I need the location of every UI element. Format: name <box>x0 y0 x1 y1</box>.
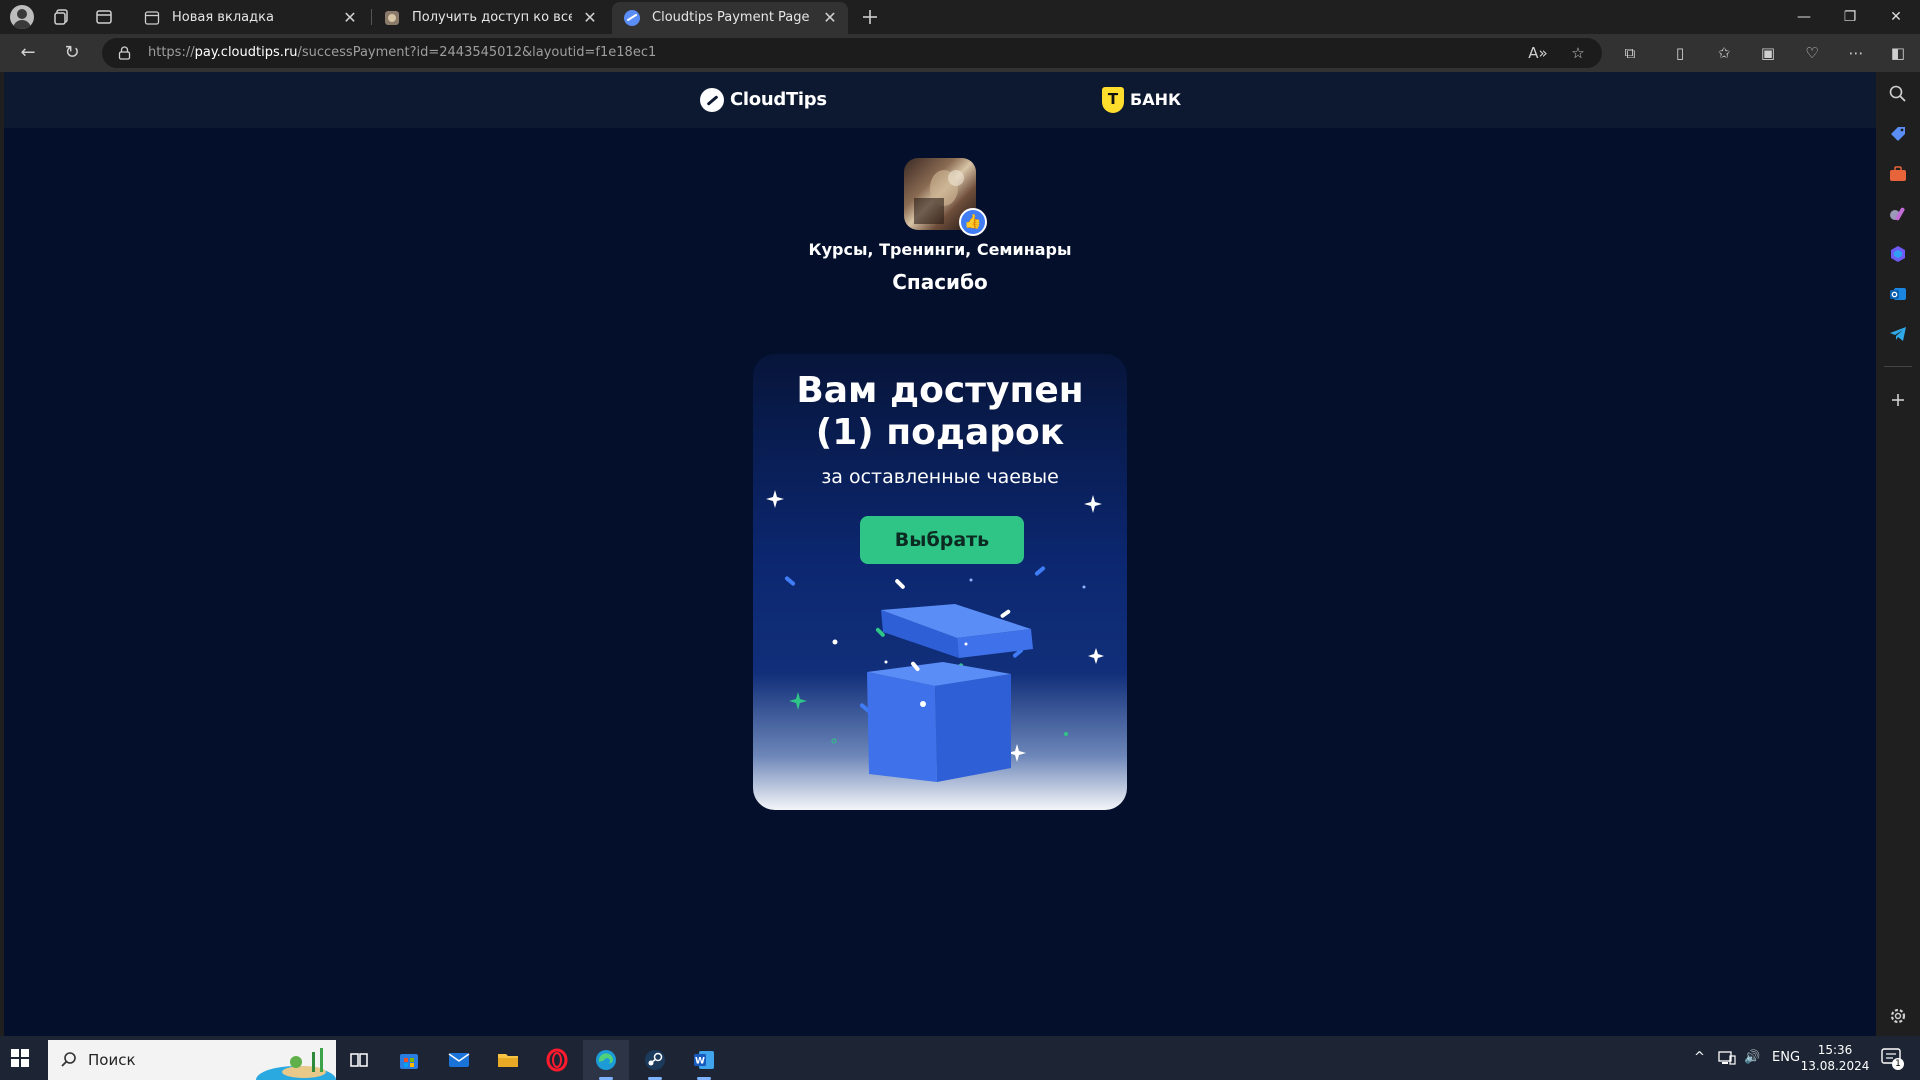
taskbar-search-input[interactable]: Поиск <box>48 1040 336 1080</box>
tbank-shield-icon: Т <box>1102 87 1124 113</box>
partner-name: БАНК <box>1130 90 1182 109</box>
settings-gear-icon[interactable] <box>1888 1006 1908 1026</box>
gift-title: Вам доступен (1) подарок <box>753 370 1127 454</box>
search-icon <box>61 1052 76 1067</box>
site-header: CloudTips Т БАНК <box>4 72 1876 128</box>
tab-get-access[interactable]: Получить доступ ко всем матер ✕ <box>372 2 608 34</box>
task-view-app[interactable] <box>336 1040 382 1080</box>
tab-title: Cloudtips Payment Page <box>652 10 810 25</box>
notification-count-badge: 1 <box>1892 1058 1904 1070</box>
task-view-icon <box>350 1053 368 1067</box>
sidebar-divider <box>1884 366 1912 367</box>
mail-app[interactable] <box>436 1040 482 1080</box>
steam-app[interactable] <box>632 1040 678 1080</box>
telegram-icon[interactable] <box>1888 324 1908 344</box>
workspaces-icon[interactable] <box>52 7 72 27</box>
network-icon[interactable] <box>1718 1050 1736 1066</box>
tab-title: Новая вкладка <box>172 10 274 25</box>
store-app[interactable] <box>386 1040 432 1080</box>
search-highlight-illustration-icon <box>256 1048 336 1080</box>
restore-icon[interactable]: ❐ <box>1828 0 1872 34</box>
close-icon[interactable]: ✕ <box>822 2 838 34</box>
recipient-category: Курсы, Тренинги, Семинары <box>808 240 1072 259</box>
gift-card: Вам доступен (1) подарок за оставленные … <box>753 354 1127 810</box>
collections-icon[interactable]: ▣ <box>1758 43 1778 63</box>
tab-actions-icon[interactable] <box>94 7 114 27</box>
lock-icon[interactable] <box>118 46 131 60</box>
screen: Новая вкладка ✕ Получить доступ ко всем … <box>0 0 1920 1080</box>
tab-title: Получить доступ ко всем матер <box>412 10 572 25</box>
window-close-icon[interactable]: ✕ <box>1874 0 1918 34</box>
add-plus-icon[interactable] <box>1888 390 1908 410</box>
input-language[interactable]: ENG <box>1772 1036 1800 1080</box>
new-tab-page-icon <box>144 11 160 25</box>
url-text[interactable]: https://pay.cloudtips.ru/successPayment?… <box>148 38 656 68</box>
word-app[interactable]: W <box>681 1040 727 1080</box>
sidebar-toggle-icon[interactable]: ◧ <box>1888 43 1908 63</box>
show-hidden-icons-icon[interactable]: ^ <box>1694 1036 1705 1080</box>
tab-cloudtips-payment[interactable]: Cloudtips Payment Page ✕ <box>612 2 848 34</box>
shopping-tag-icon[interactable] <box>1888 124 1908 144</box>
gift-title-line2: (1) подарок <box>815 412 1065 453</box>
favorites-icon[interactable]: ✩ <box>1714 43 1734 63</box>
more-options-icon[interactable]: ⋯ <box>1846 43 1866 63</box>
mail-icon <box>448 1053 470 1067</box>
clock-time: 15:36 <box>1817 1043 1853 1057</box>
edge-sidebar <box>1876 72 1920 1036</box>
cloudtips-logo-icon <box>700 88 724 112</box>
search-icon[interactable] <box>1888 84 1908 104</box>
brand-name: CloudTips <box>730 89 827 110</box>
cloudtips-favicon-icon <box>624 10 640 26</box>
address-bar[interactable]: https://pay.cloudtips.ru/successPayment?… <box>102 38 1602 68</box>
volume-icon[interactable]: 🔊 <box>1744 1036 1760 1080</box>
browser-toolbar: ← ↻ https://pay.cloudtips.ru/successPaym… <box>0 34 1920 72</box>
back-arrow-icon[interactable]: ← <box>16 41 40 65</box>
gift-subtitle: за оставленные чаевые <box>821 466 1059 488</box>
minimize-icon[interactable]: — <box>1782 0 1826 34</box>
steam-icon <box>645 1050 665 1070</box>
gift-title-line1: Вам доступен <box>796 370 1084 411</box>
thanks-heading: Спасибо <box>892 270 988 294</box>
opera-app[interactable] <box>534 1040 580 1080</box>
new-tab-plus-icon[interactable] <box>860 7 880 27</box>
page-viewport: CloudTips Т БАНК 👍 Курсы, Тренинги, Семи… <box>4 72 1876 1036</box>
search-placeholder: Поиск <box>88 1051 136 1069</box>
microsoft-store-icon <box>400 1054 418 1069</box>
svg-text:W: W <box>695 1057 705 1067</box>
tools-briefcase-icon[interactable] <box>1888 164 1908 184</box>
edge-app[interactable] <box>583 1040 629 1080</box>
microsoft-365-icon[interactable] <box>1888 244 1908 264</box>
favorite-star-icon[interactable]: ☆ <box>1568 43 1588 63</box>
extensions-icon[interactable]: ⧉ <box>1620 43 1640 63</box>
opera-icon <box>546 1048 568 1072</box>
folder-icon <box>498 1054 518 1067</box>
edge-browser-icon <box>596 1050 616 1070</box>
clock-date: 13.08.2024 <box>1800 1059 1870 1073</box>
games-icon[interactable] <box>1888 204 1908 224</box>
split-screen-icon[interactable]: ▯ <box>1670 43 1690 63</box>
word-icon: W <box>694 1051 714 1069</box>
browser-tab-bar: Новая вкладка ✕ Получить доступ ко всем … <box>0 0 1920 34</box>
notifications-button[interactable]: 1 <box>1880 1046 1904 1070</box>
close-icon[interactable]: ✕ <box>342 2 358 34</box>
site-favicon-icon <box>385 11 399 25</box>
outlook-icon[interactable] <box>1888 284 1908 304</box>
profile-avatar-icon[interactable] <box>10 5 34 29</box>
system-clock[interactable]: 15:36 13.08.2024 <box>1800 1042 1870 1074</box>
thumbs-up-icon: 👍 <box>959 208 987 236</box>
reload-icon[interactable]: ↻ <box>60 41 84 65</box>
choose-gift-button[interactable]: Выбрать <box>860 516 1024 564</box>
windows-taskbar: Поиск W ^ 🔊 ENG 15:36 13.08.2024 1 <box>0 1036 1920 1080</box>
close-icon[interactable]: ✕ <box>582 2 598 34</box>
windows-start-icon[interactable] <box>10 1048 30 1068</box>
file-explorer-app[interactable] <box>485 1040 531 1080</box>
read-aloud-icon[interactable]: A» <box>1528 43 1548 63</box>
tab-new-tab[interactable]: Новая вкладка ✕ <box>132 2 368 34</box>
browser-essentials-icon[interactable]: ♡ <box>1802 43 1822 63</box>
